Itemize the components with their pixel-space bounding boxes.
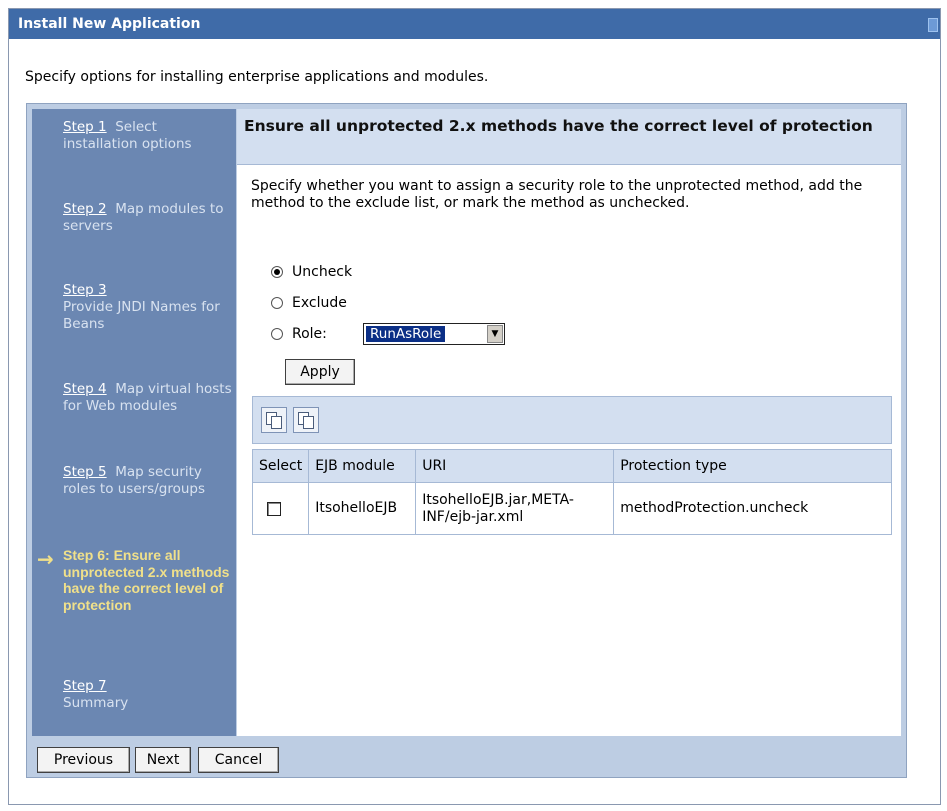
select-all-icon[interactable] bbox=[261, 407, 287, 433]
table-row: ItsohelloEJB ItsohelloEJB.jar,META-INF/e… bbox=[251, 482, 892, 535]
table-toolbar bbox=[252, 396, 892, 444]
page-title: Ensure all unprotected 2.x methods have … bbox=[237, 109, 901, 165]
step-3[interactable]: Step 3 Provide JNDI Names for Beans bbox=[63, 282, 233, 333]
step-5[interactable]: Step 5 Map security roles to users/group… bbox=[63, 464, 233, 498]
step-4[interactable]: Step 4 Map virtual hosts for Web modules bbox=[63, 381, 233, 415]
step-6-num: Step 6: bbox=[63, 547, 110, 563]
next-button[interactable]: Next bbox=[135, 747, 191, 773]
step-2[interactable]: Step 2 Map modules to servers bbox=[63, 201, 233, 235]
protection-type-cell: methodProtection.uncheck bbox=[613, 482, 892, 535]
uncheck-label: Uncheck bbox=[292, 264, 353, 280]
chevron-down-icon[interactable]: ▼ bbox=[487, 325, 503, 343]
main-content: Ensure all unprotected 2.x methods have … bbox=[237, 109, 901, 736]
step-6-current: Step 6: Ensure all unprotected 2.x metho… bbox=[63, 547, 233, 613]
step-3-label: Provide JNDI Names for Beans bbox=[63, 299, 220, 332]
previous-button[interactable]: Previous bbox=[37, 747, 130, 773]
step-2-link[interactable]: Step 2 bbox=[63, 201, 107, 217]
ejb-module-cell: ItsohelloEJB bbox=[308, 482, 417, 535]
role-select-value: RunAsRole bbox=[364, 325, 447, 343]
select-cell bbox=[251, 482, 310, 535]
methods-table: Select EJB module URI Protection type It… bbox=[251, 449, 892, 535]
option-role[interactable]: Role: bbox=[271, 326, 327, 342]
wizard-panel: Step 1 Select installation options Step … bbox=[26, 103, 907, 778]
intro-text: Specify options for installing enterpris… bbox=[25, 69, 489, 85]
uncheck-radio[interactable] bbox=[271, 266, 283, 278]
col-protection-type[interactable]: Protection type bbox=[613, 449, 892, 483]
apply-button[interactable]: Apply bbox=[285, 359, 355, 385]
step-7-label: Summary bbox=[63, 695, 129, 711]
current-step-arrow-icon: → bbox=[37, 547, 54, 571]
role-select[interactable]: RunAsRole ▼ bbox=[363, 323, 505, 345]
step-7[interactable]: Step 7 Summary bbox=[63, 678, 233, 712]
option-uncheck[interactable]: Uncheck bbox=[271, 264, 352, 280]
description-text: Specify whether you want to assign a sec… bbox=[251, 178, 863, 211]
col-ejb-module[interactable]: EJB module bbox=[308, 449, 417, 483]
step-7-link[interactable]: Step 7 bbox=[63, 678, 107, 694]
col-select[interactable]: Select bbox=[251, 449, 310, 483]
minimize-icon[interactable] bbox=[928, 18, 938, 32]
deselect-all-icon[interactable] bbox=[293, 407, 319, 433]
uri-cell: ItsohelloEJB.jar,META-INF/ejb-jar.xml bbox=[415, 482, 615, 535]
role-label: Role: bbox=[292, 326, 327, 342]
step-1-link[interactable]: Step 1 bbox=[63, 119, 107, 135]
row-checkbox[interactable] bbox=[267, 501, 281, 516]
step-5-link[interactable]: Step 5 bbox=[63, 464, 107, 480]
step-4-link[interactable]: Step 4 bbox=[63, 381, 107, 397]
steps-sidebar: Step 1 Select installation options Step … bbox=[32, 109, 236, 736]
col-uri[interactable]: URI bbox=[415, 449, 615, 483]
table-header-row: Select EJB module URI Protection type bbox=[251, 449, 892, 483]
window-titlebar: Install New Application bbox=[9, 9, 940, 39]
window-title: Install New Application bbox=[18, 16, 201, 32]
step-1[interactable]: Step 1 Select installation options bbox=[63, 119, 233, 153]
step-3-link[interactable]: Step 3 bbox=[63, 282, 107, 298]
option-exclude[interactable]: Exclude bbox=[271, 295, 347, 311]
role-radio[interactable] bbox=[271, 328, 283, 340]
cancel-button[interactable]: Cancel bbox=[198, 747, 279, 773]
exclude-radio[interactable] bbox=[271, 297, 283, 309]
exclude-label: Exclude bbox=[292, 295, 347, 311]
